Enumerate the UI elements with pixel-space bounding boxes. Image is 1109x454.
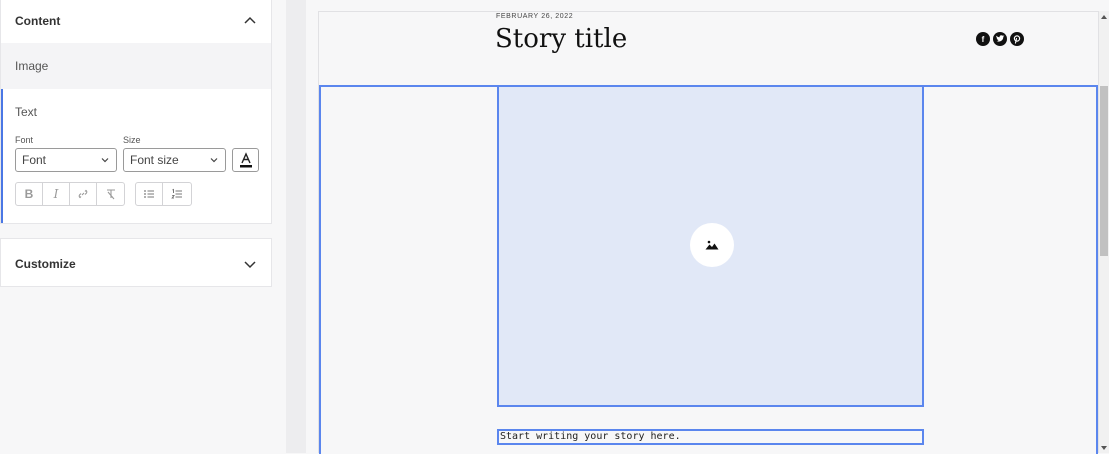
inline-format-group: B I [15,182,125,206]
bullet-list-icon[interactable] [136,183,163,205]
content-item-text[interactable]: Text Font Size Font Font size B I [1,89,271,223]
content-section: Content Image Text Font Size Font Font s… [0,0,272,224]
clear-format-icon[interactable] [97,183,124,205]
editor-panel: Content Image Text Font Size Font Font s… [0,0,272,453]
story-body-frame[interactable]: Start writing your story here. [319,85,1098,454]
twitter-icon[interactable] [993,32,1007,46]
numbered-list-icon[interactable] [163,183,190,205]
content-item-image[interactable]: Image [1,43,271,89]
story-text-input[interactable]: Start writing your story here. [497,429,924,445]
pinterest-icon[interactable] [1010,32,1024,46]
scroll-up-arrow-icon[interactable] [1101,15,1107,19]
content-section-title: Content [15,14,61,28]
customize-section-title: Customize [15,256,76,271]
image-placeholder[interactable] [497,87,924,407]
chevron-down-icon [210,158,218,163]
chevron-down-icon [101,158,109,163]
italic-icon[interactable]: I [43,183,70,205]
font-label: Font [15,135,34,145]
bold-icon[interactable]: B [16,183,43,205]
chevron-down-icon[interactable] [243,257,257,271]
font-select-value: Font [22,153,47,167]
list-format-group [135,182,192,206]
image-icon [705,240,719,250]
story-preview: FEBRUARY 26, 2022 Story title f Start wr… [318,11,1099,454]
content-item-text-label: Text [15,105,38,119]
scrollbar-thumb[interactable] [1100,86,1108,256]
image-upload-button[interactable] [690,223,734,267]
scroll-down-arrow-icon[interactable] [1101,446,1107,450]
size-select-value: Font size [130,153,179,167]
font-select[interactable]: Font [15,148,117,172]
story-title[interactable]: Story title [495,24,627,54]
size-select[interactable]: Font size [123,148,226,172]
social-links: f [976,32,1024,46]
panel-divider [286,0,306,453]
facebook-icon[interactable]: f [976,32,990,46]
content-item-image-label: Image [15,59,49,73]
story-date: FEBRUARY 26, 2022 [496,13,574,20]
customize-section-header[interactable]: Customize [1,239,271,288]
text-color-button[interactable] [232,148,259,172]
customize-section: Customize [0,238,272,287]
text-color-icon [239,152,252,168]
chevron-up-icon[interactable] [243,14,257,28]
size-label: Size [123,135,141,145]
link-icon[interactable] [70,183,97,205]
content-section-header[interactable]: Content [1,0,271,43]
preview-scrollbar[interactable] [1099,11,1109,453]
